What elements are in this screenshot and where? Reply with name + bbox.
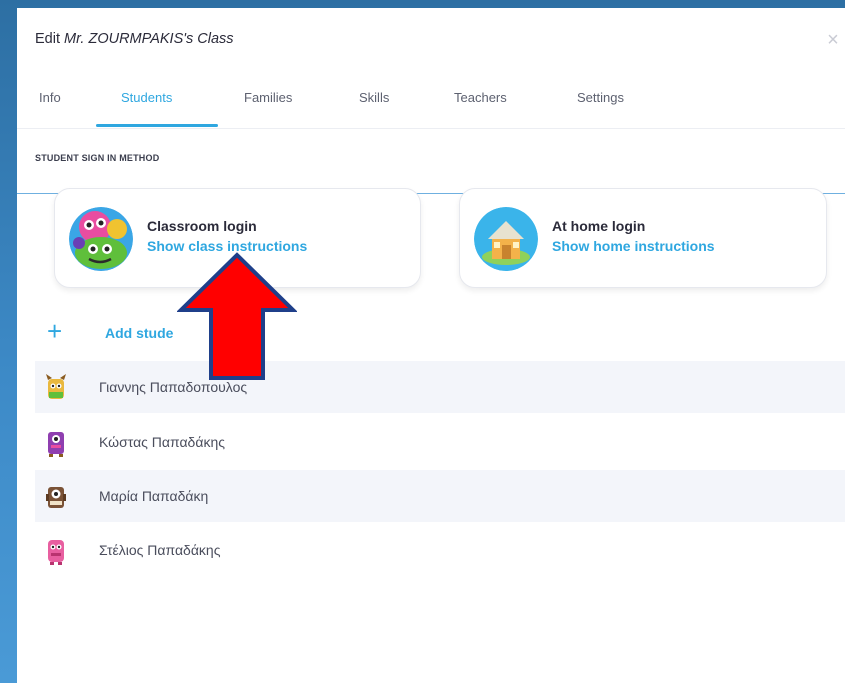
tab-teachers[interactable]: Teachers [454, 90, 507, 105]
add-student-label[interactable]: Add stude [105, 325, 173, 341]
home-login-title: At home login [552, 218, 646, 234]
active-tab-indicator [96, 124, 218, 127]
house-avatar-icon [474, 207, 538, 271]
title-class-owner: Mr. ZOURMPAKIS's Class [64, 31, 234, 47]
modal-title: Edit Mr. ZOURMPAKIS's Class [35, 31, 234, 47]
sign-in-method-label: STUDENT SIGN IN METHOD [35, 153, 160, 163]
show-home-instructions-link[interactable]: Show home instructions [552, 238, 715, 254]
student-row[interactable]: Γιαννης Παπαδοπουλος [35, 361, 845, 413]
close-icon[interactable]: × [823, 30, 843, 50]
classroom-login-title: Classroom login [147, 218, 257, 234]
student-monster-avatar-icon [46, 374, 66, 399]
tab-students[interactable]: Students [121, 90, 172, 105]
title-prefix: Edit [35, 31, 60, 47]
student-row[interactable]: Μαρία Παπαδάκη [35, 470, 845, 522]
student-name[interactable]: Στέλιος Παπαδάκης [99, 542, 220, 558]
plus-icon[interactable]: + [47, 318, 62, 344]
student-row[interactable]: Στέλιος Παπαδάκης [35, 524, 845, 576]
add-student-row[interactable]: + Add stude [17, 310, 845, 358]
student-monster-avatar-icon [46, 487, 66, 508]
home-login-card[interactable]: At home login Show home instructions [459, 188, 827, 288]
student-name[interactable]: Κώστας Παπαδάκης [99, 434, 225, 450]
edit-class-modal: Edit Mr. ZOURMPAKIS's Class × Info Stude… [17, 8, 845, 683]
tab-info[interactable]: Info [39, 90, 61, 105]
monsters-avatar-icon [69, 207, 133, 271]
annotation-arrow-icon [177, 252, 297, 380]
student-row[interactable]: Κώστας Παπαδάκης [35, 416, 845, 468]
tab-families[interactable]: Families [244, 90, 292, 105]
tab-settings[interactable]: Settings [577, 90, 624, 105]
student-name[interactable]: Μαρία Παπαδάκη [99, 488, 208, 504]
tab-skills[interactable]: Skills [359, 90, 389, 105]
student-monster-avatar-icon [48, 432, 64, 457]
student-monster-avatar-icon [48, 540, 64, 565]
tab-bar: Info Students Families Skills Teachers S… [17, 84, 845, 129]
